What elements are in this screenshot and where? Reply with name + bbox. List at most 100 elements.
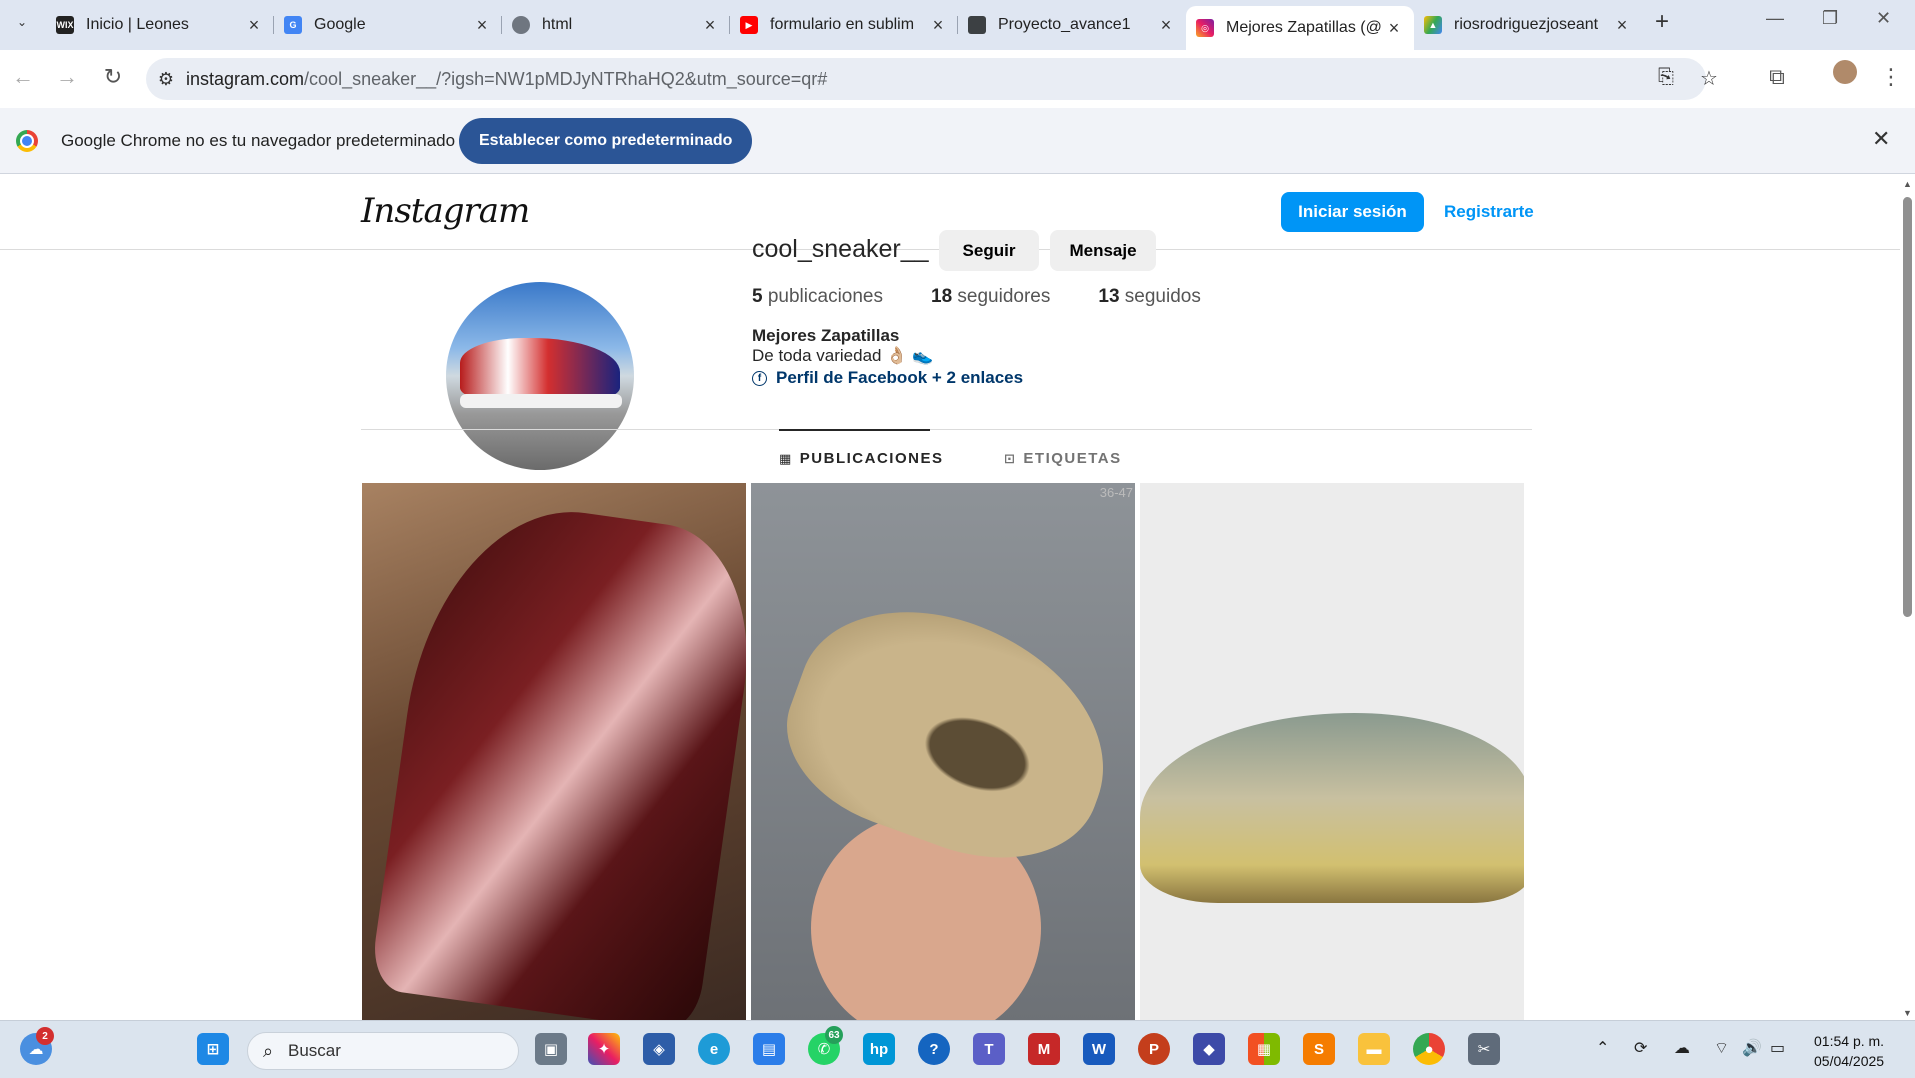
- reload-button[interactable]: ↻: [98, 64, 128, 90]
- powerpoint-icon[interactable]: P: [1138, 1033, 1170, 1065]
- extensions-icon[interactable]: ⧉: [1762, 64, 1792, 90]
- close-tab-icon[interactable]: ×: [700, 15, 720, 36]
- edge-icon[interactable]: e: [698, 1033, 730, 1065]
- mcafee-icon[interactable]: M: [1028, 1033, 1060, 1065]
- help-icon[interactable]: ?: [918, 1033, 950, 1065]
- tab-title: Google: [314, 16, 366, 33]
- store-icon[interactable]: ▤: [753, 1033, 785, 1065]
- new-tab-button[interactable]: +: [1648, 8, 1676, 36]
- close-tab-icon[interactable]: ×: [928, 15, 948, 36]
- message-button[interactable]: Mensaje: [1050, 230, 1156, 271]
- google-icon: G: [284, 16, 302, 34]
- tab-title: formulario en sublim: [770, 16, 915, 33]
- sublime-icon[interactable]: S: [1303, 1033, 1335, 1065]
- volume-icon[interactable]: 🔊: [1742, 1038, 1762, 1058]
- profile-avatar[interactable]: [1830, 60, 1860, 90]
- profile-avatar-image[interactable]: [446, 282, 634, 470]
- tab-google[interactable]: G Google ×: [274, 6, 502, 44]
- globe-icon: [512, 16, 530, 34]
- bio-link-text: Perfil de Facebook + 2 enlaces: [776, 368, 1024, 387]
- sync-icon[interactable]: ⟳: [1634, 1038, 1647, 1058]
- wifi-icon[interactable]: ⌔: [1714, 1038, 1729, 1058]
- search-placeholder: Buscar: [288, 1041, 341, 1060]
- myhp-icon[interactable]: hp: [863, 1033, 895, 1065]
- teams-icon[interactable]: T: [973, 1033, 1005, 1065]
- whatsapp-badge: 63: [825, 1026, 843, 1044]
- bio-links[interactable]: f Perfil de Facebook + 2 enlaces: [752, 368, 1023, 388]
- chrome-icon: [16, 130, 38, 152]
- following-count: 13: [1098, 286, 1120, 307]
- office-icon[interactable]: ▦: [1248, 1033, 1280, 1065]
- scrollbar-thumb[interactable]: [1903, 197, 1912, 617]
- scroll-up-icon[interactable]: ▲: [1903, 179, 1912, 189]
- followers-stat[interactable]: 18 seguidores: [931, 286, 1050, 308]
- bookmark-star-icon[interactable]: ☆: [1700, 66, 1718, 91]
- app-icon[interactable]: ◆: [1193, 1033, 1225, 1065]
- minimize-icon[interactable]: —: [1766, 8, 1784, 29]
- register-link[interactable]: Registrarte: [1444, 202, 1534, 222]
- onedrive-icon[interactable]: ☁: [1674, 1038, 1690, 1058]
- site-info-icon[interactable]: ⚙: [146, 69, 186, 90]
- forward-button[interactable]: →: [52, 64, 82, 90]
- scroll-down-icon[interactable]: ▼: [1903, 1008, 1912, 1018]
- follow-button[interactable]: Seguir: [939, 230, 1039, 271]
- post-thumbnail[interactable]: 36-47: [751, 483, 1135, 1020]
- file-explorer-icon[interactable]: ▬: [1358, 1033, 1390, 1065]
- sneaker-sole: [460, 394, 622, 408]
- url-text[interactable]: instagram.com/cool_sneaker__/?igsh=NW1pM…: [186, 69, 827, 90]
- tab-title: riosrodriguezjoseant: [1454, 16, 1599, 33]
- snipping-tool-icon[interactable]: ✂: [1468, 1033, 1500, 1065]
- bio-text: De toda variedad 👌🏼 👟: [752, 346, 934, 365]
- post-thumbnail[interactable]: [362, 483, 746, 1020]
- clock[interactable]: 01:54 p. m. 05/04/2025: [1814, 1031, 1884, 1071]
- virtualbox-icon[interactable]: ◈: [643, 1033, 675, 1065]
- size-overlay-text: 36-47: [1099, 485, 1133, 500]
- followers-count: 18: [931, 286, 953, 307]
- start-icon[interactable]: ⊞: [197, 1033, 229, 1065]
- instagram-icon: ◎: [1196, 19, 1214, 37]
- battery-icon[interactable]: ▭: [1770, 1038, 1785, 1058]
- close-tab-icon[interactable]: ×: [1384, 18, 1404, 39]
- url-path: /cool_sneaker__/?igsh=NW1pMDJyNTRhaHQ2&u…: [304, 68, 828, 89]
- tab-title: Mejores Zapatillas (@: [1226, 19, 1382, 36]
- following-stat[interactable]: 13 seguidos: [1098, 286, 1200, 308]
- tab-formulario[interactable]: ▶ formulario en sublim ×: [730, 6, 958, 44]
- tab-search-button[interactable]: ⌄: [8, 8, 36, 36]
- close-tab-icon[interactable]: ×: [1156, 15, 1176, 36]
- copilot-icon[interactable]: ✦: [588, 1033, 620, 1065]
- posts-stat: 5 publicaciones: [752, 286, 883, 308]
- close-infobar-icon[interactable]: ✕: [1872, 126, 1890, 152]
- menu-kebab-icon[interactable]: ⋮: [1876, 64, 1906, 90]
- wix-icon: WIX: [56, 16, 74, 34]
- sneaker-illustration: [460, 338, 620, 400]
- login-button[interactable]: Iniciar sesión: [1281, 192, 1424, 232]
- tab-inicio-leones[interactable]: WIX Inicio | Leones ×: [46, 6, 274, 44]
- tab-title: Inicio | Leones: [86, 16, 189, 33]
- install-app-icon[interactable]: ⎘: [1658, 66, 1674, 89]
- post-thumbnail[interactable]: [1140, 483, 1524, 1020]
- tab-html[interactable]: html ×: [502, 6, 730, 44]
- close-tab-icon[interactable]: ×: [472, 15, 492, 36]
- chrome-taskbar-icon[interactable]: ●: [1413, 1033, 1445, 1065]
- tab-mejores-zapatillas[interactable]: ◎ Mejores Zapatillas (@ ×: [1186, 6, 1414, 50]
- tab-proyecto[interactable]: Proyecto_avance1 ×: [958, 6, 1186, 44]
- close-tab-icon[interactable]: ×: [244, 15, 264, 36]
- close-tab-icon[interactable]: ×: [1612, 15, 1632, 36]
- tagged-icon: ⊡: [1004, 450, 1017, 466]
- address-bar[interactable]: ⚙ instagram.com/cool_sneaker__/?igsh=NW1…: [146, 58, 1718, 100]
- page-scrollbar[interactable]: ▲ ▼: [1900, 175, 1915, 1020]
- back-button[interactable]: ←: [8, 64, 38, 90]
- taskbar-search[interactable]: ⌕ Buscar: [247, 1032, 519, 1070]
- tab-drive[interactable]: ▲ riosrodriguezjoseant ×: [1414, 6, 1642, 44]
- tab-tagged[interactable]: ⊡ ETIQUETAS: [1004, 450, 1122, 467]
- tab-posts[interactable]: ▦ PUBLICACIONES: [779, 450, 943, 467]
- tabs-divider: [361, 429, 1532, 430]
- close-window-icon[interactable]: ✕: [1876, 8, 1891, 29]
- task-view-icon[interactable]: ▣: [535, 1033, 567, 1065]
- bio-name: Mejores Zapatillas: [752, 326, 900, 345]
- chevron-up-icon[interactable]: ⌃: [1596, 1038, 1609, 1058]
- instagram-logo[interactable]: Instagram: [361, 191, 530, 231]
- word-icon[interactable]: W: [1083, 1033, 1115, 1065]
- set-default-button[interactable]: Establecer como predeterminado: [459, 118, 753, 164]
- restore-icon[interactable]: ❐: [1822, 8, 1838, 29]
